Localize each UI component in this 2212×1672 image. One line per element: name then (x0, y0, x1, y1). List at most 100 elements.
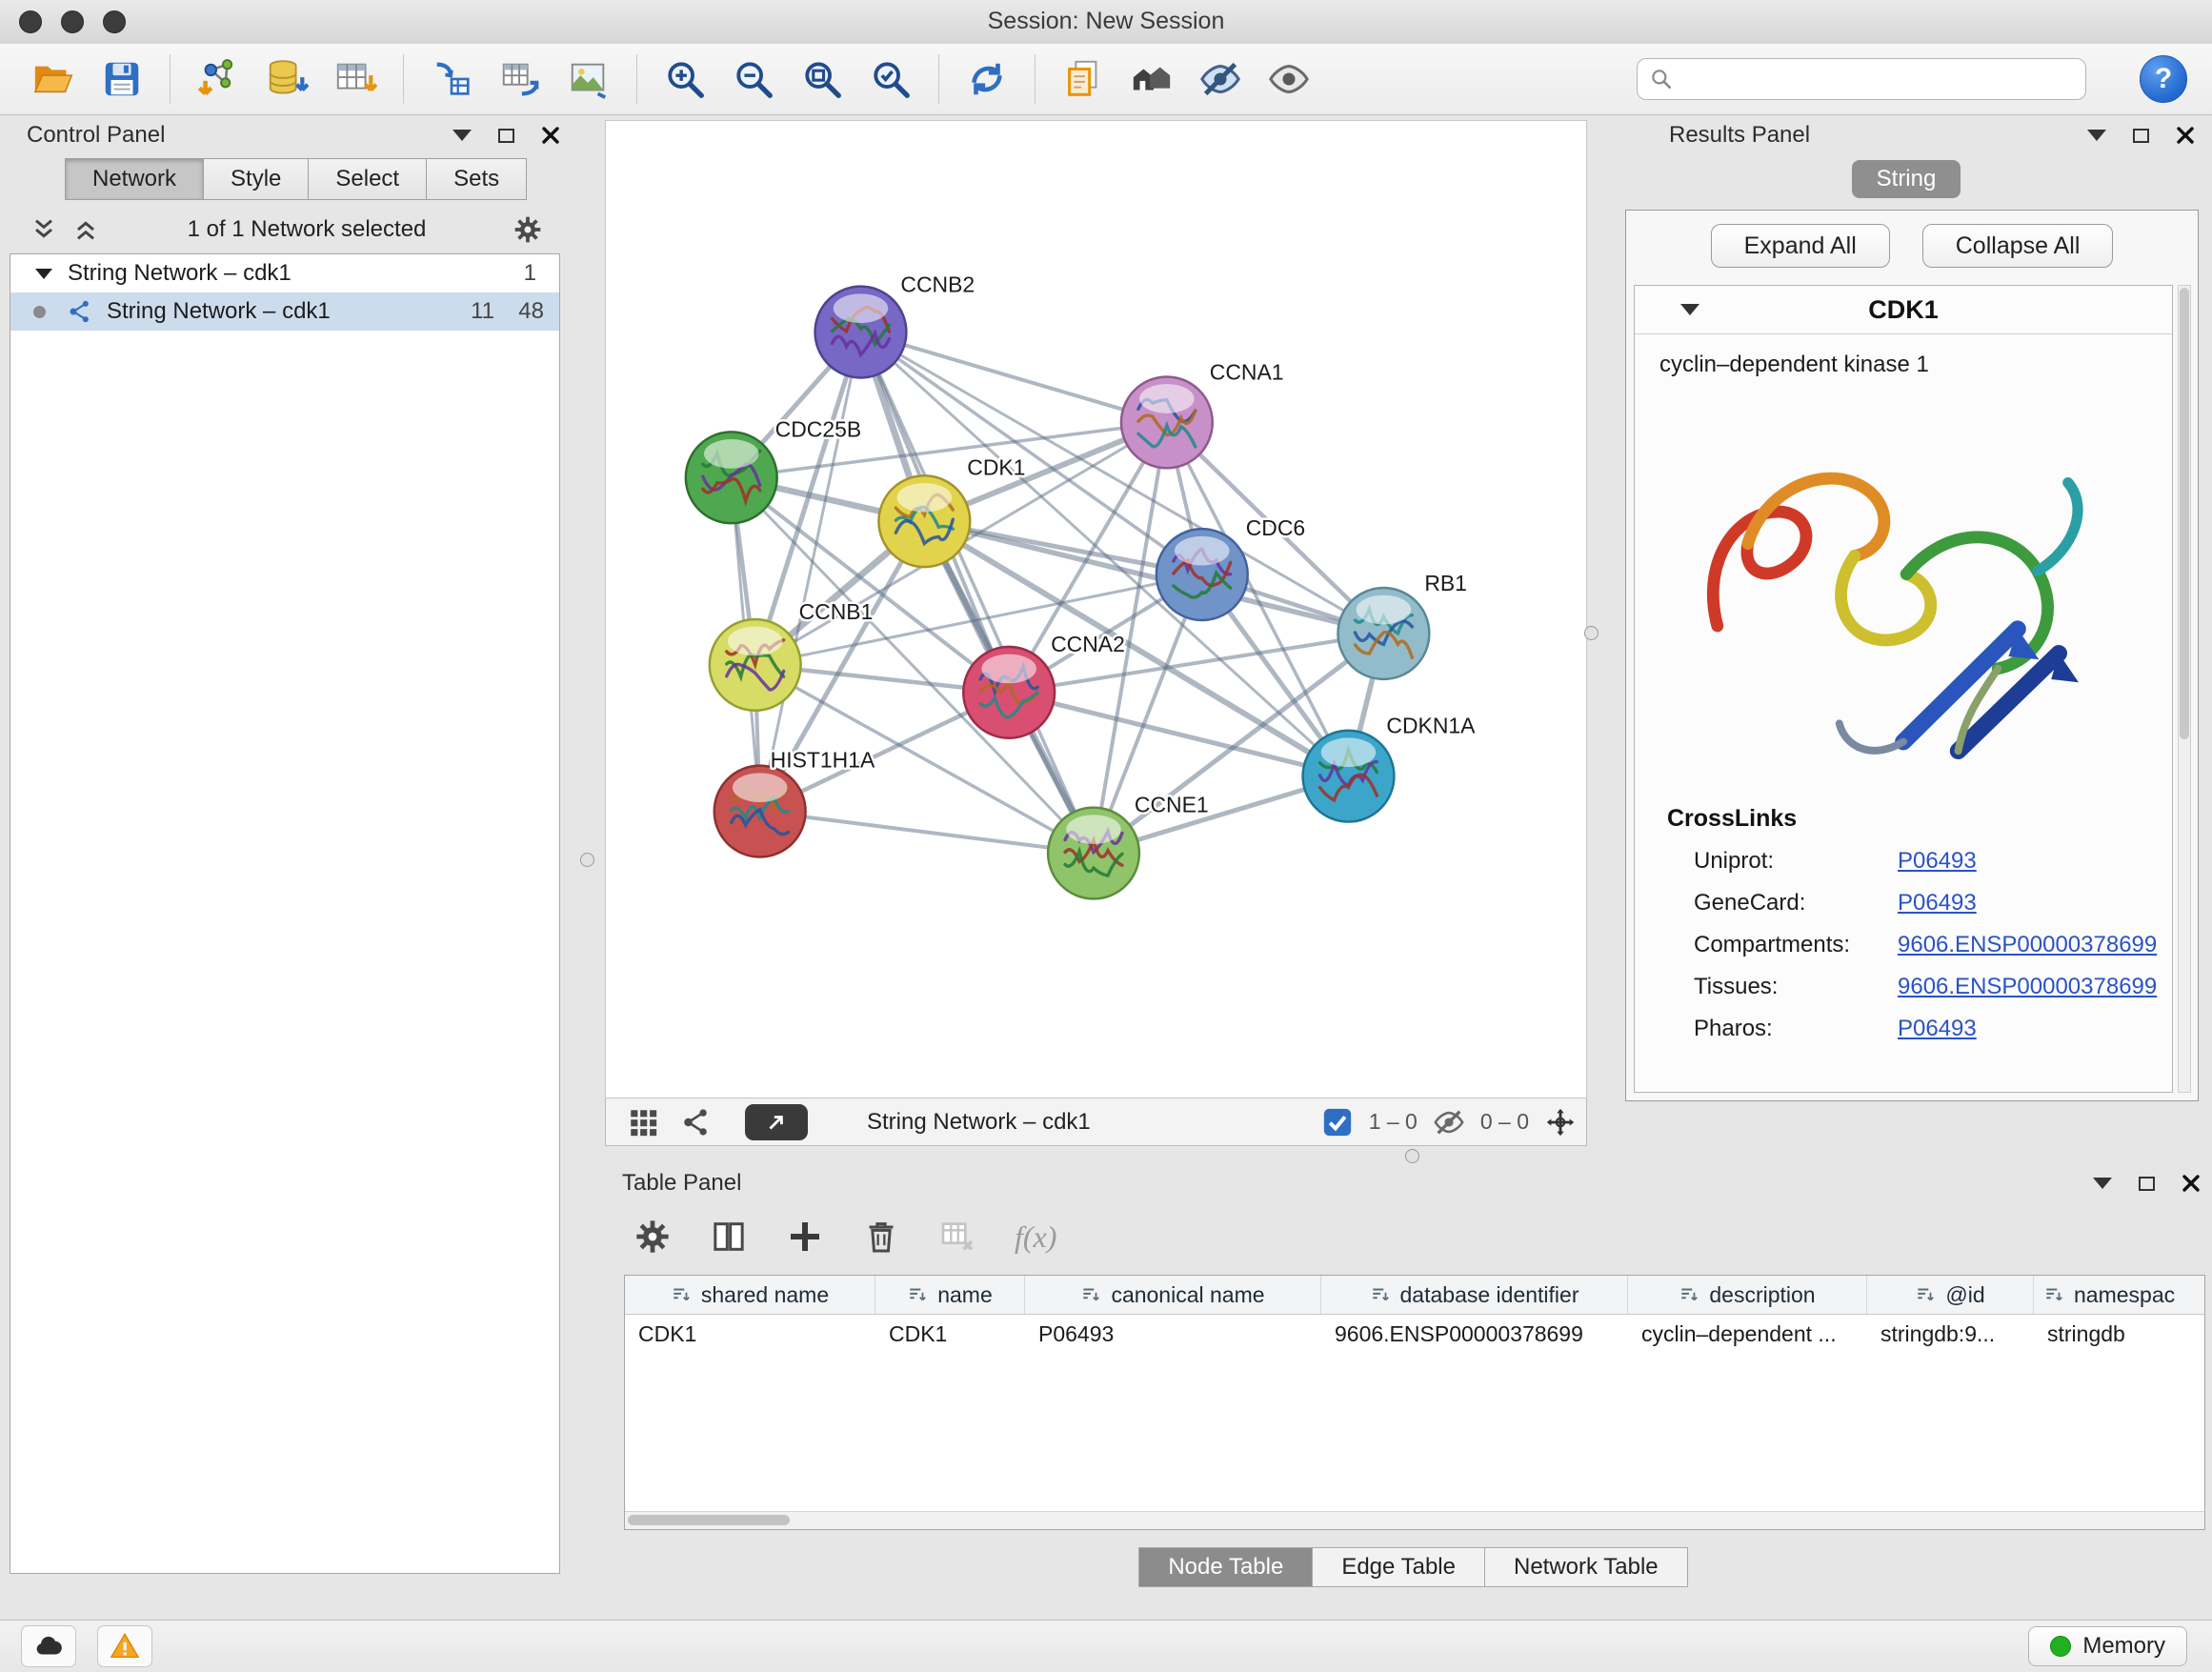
network-collection-row[interactable]: String Network – cdk1 1 (10, 254, 559, 292)
column-header[interactable]: name (875, 1276, 1025, 1314)
network-canvas[interactable]: CCNB2CCNA1CDC25BCDK1CDC6RB1CCNB1CCNA2CDK… (605, 120, 1587, 1098)
float-panel-icon[interactable] (2133, 129, 2149, 143)
splitter-handle[interactable] (1405, 1149, 1419, 1163)
collapse-all-networks-icon[interactable] (29, 214, 59, 245)
column-header[interactable]: shared name (625, 1276, 875, 1314)
zoom-out-button[interactable] (719, 50, 788, 109)
network-edge-HIST1H1A-CCNE1[interactable] (760, 812, 1094, 854)
table-cell[interactable]: cyclin–dependent ... (1628, 1321, 1867, 1347)
table-row[interactable]: CDK1 CDK1 P06493 9606.ENSP00000378699 cy… (625, 1315, 2204, 1353)
column-header[interactable]: database identifier (1321, 1276, 1628, 1314)
expand-all-button[interactable]: Expand All (1711, 224, 1890, 268)
pharos-link[interactable]: P06493 (1898, 1016, 1977, 1042)
selected-checkbox-icon[interactable] (1321, 1106, 1354, 1138)
network-from-table-button[interactable] (486, 50, 554, 109)
open-session-button[interactable] (19, 50, 88, 109)
save-session-button[interactable] (88, 50, 156, 109)
zoom-in-button[interactable] (651, 50, 719, 109)
gear-icon[interactable] (633, 1218, 672, 1256)
panel-menu-caret-icon[interactable] (452, 130, 472, 141)
gear-icon[interactable] (513, 214, 543, 245)
warnings-button[interactable] (97, 1625, 152, 1667)
collapse-all-button[interactable]: Collapse All (1922, 224, 2114, 268)
compartments-link[interactable]: 9606.ENSP00000378699 (1898, 932, 2157, 958)
float-panel-icon[interactable] (2139, 1177, 2155, 1191)
splitter-handle[interactable] (1584, 626, 1599, 640)
neighborhood-button[interactable] (1117, 50, 1186, 109)
section-collapse-caret-icon[interactable] (1680, 304, 1699, 315)
tab-style[interactable]: Style (204, 158, 309, 200)
network-node-CCNA1[interactable] (1121, 376, 1213, 468)
network-row[interactable]: String Network – cdk1 11 48 (10, 292, 559, 331)
network-node-CDC6[interactable] (1156, 529, 1248, 620)
network-node-CDC25B[interactable] (686, 432, 777, 523)
help-button[interactable]: ? (2140, 55, 2187, 103)
splitter-handle[interactable] (580, 853, 594, 867)
grid-view-icon[interactable] (627, 1106, 659, 1138)
horizontal-scrollbar[interactable] (625, 1511, 2204, 1529)
column-header[interactable]: @id (1867, 1276, 2034, 1314)
network-node-CCNB2[interactable] (815, 287, 907, 378)
network-edge-CCNB2-CCNA1[interactable] (860, 332, 1166, 423)
import-table-button[interactable] (321, 50, 390, 109)
export-image-button[interactable] (554, 50, 623, 109)
network-node-HIST1H1A[interactable] (714, 766, 806, 857)
apply-layout-button[interactable] (953, 50, 1021, 109)
network-node-CCNE1[interactable] (1048, 808, 1139, 899)
table-cell[interactable]: CDK1 (875, 1321, 1025, 1347)
tab-edge-table[interactable]: Edge Table (1313, 1547, 1485, 1587)
network-node-CDKN1A[interactable] (1303, 731, 1395, 822)
hidden-eye-slash-icon[interactable] (1433, 1106, 1465, 1138)
scrollbar-thumb[interactable] (628, 1515, 790, 1525)
tab-network-table[interactable]: Network Table (1485, 1547, 1688, 1587)
zoom-fit-button[interactable] (788, 50, 856, 109)
tab-node-table[interactable]: Node Table (1138, 1547, 1313, 1587)
hide-selected-button[interactable] (1186, 50, 1255, 109)
show-all-button[interactable] (1255, 50, 1323, 109)
annotation-button[interactable] (1049, 50, 1117, 109)
add-column-icon[interactable] (786, 1218, 824, 1256)
memory-button[interactable]: Memory (2028, 1626, 2187, 1666)
import-network-file-button[interactable] (184, 50, 252, 109)
tab-sets[interactable]: Sets (427, 158, 527, 200)
table-cell[interactable]: CDK1 (625, 1321, 875, 1347)
network-node-RB1[interactable] (1338, 588, 1430, 679)
tab-string[interactable]: String (1852, 160, 1961, 198)
close-panel-icon[interactable] (541, 126, 560, 145)
uniprot-link[interactable]: P06493 (1898, 848, 1977, 875)
network-edge-CCNB2-HIST1H1A[interactable] (760, 332, 861, 812)
column-header[interactable]: description (1628, 1276, 1867, 1314)
network-node-CDK1[interactable] (878, 475, 970, 567)
share-view-icon[interactable] (680, 1106, 713, 1138)
network-node-CCNB1[interactable] (710, 619, 801, 711)
float-panel-icon[interactable] (498, 129, 514, 143)
network-node-CCNA2[interactable] (963, 647, 1055, 738)
cloud-status-button[interactable] (21, 1625, 76, 1667)
panel-menu-caret-icon[interactable] (2087, 130, 2106, 141)
import-network-database-button[interactable] (252, 50, 321, 109)
panel-menu-caret-icon[interactable] (2093, 1178, 2112, 1189)
expand-all-networks-icon[interactable] (70, 214, 101, 245)
table-cell[interactable]: stringdb (2034, 1321, 2204, 1347)
search-input[interactable] (1681, 66, 2074, 93)
tree-expand-caret-icon[interactable] (35, 269, 52, 279)
close-panel-icon[interactable] (2182, 1174, 2201, 1193)
column-header[interactable]: canonical name (1025, 1276, 1321, 1314)
table-cell[interactable]: 9606.ENSP00000378699 (1321, 1321, 1628, 1347)
close-panel-icon[interactable] (2176, 126, 2195, 145)
column-header[interactable]: namespac (2034, 1276, 2204, 1314)
detach-view-button[interactable] (745, 1104, 808, 1140)
tissues-link[interactable]: 9606.ENSP00000378699 (1898, 974, 2157, 1000)
zoom-selected-button[interactable] (856, 50, 925, 109)
tab-select[interactable]: Select (309, 158, 427, 200)
results-scrollbar[interactable] (2178, 285, 2191, 1093)
table-cell[interactable]: stringdb:9... (1867, 1321, 2034, 1347)
table-cell[interactable]: P06493 (1025, 1321, 1321, 1347)
genecard-link[interactable]: P06493 (1898, 890, 1977, 917)
delete-column-icon[interactable] (862, 1218, 900, 1256)
tab-network[interactable]: Network (65, 158, 204, 200)
pan-crosshair-icon[interactable] (1544, 1106, 1577, 1138)
show-columns-icon[interactable] (710, 1218, 748, 1256)
new-network-button[interactable] (417, 50, 486, 109)
network-edge-CCNB2-CCNE1[interactable] (860, 332, 1094, 854)
